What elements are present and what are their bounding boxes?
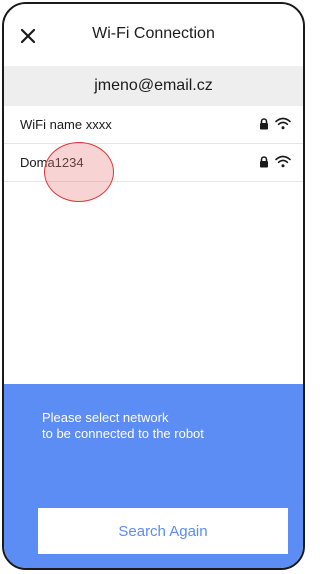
network-status-icons [259,155,291,168]
network-status-icons [259,117,291,130]
wifi-icon [275,155,291,168]
network-list: WiFi name xxxx Doma1234 [4,106,303,182]
network-name: WiFi name xxxx [20,117,112,132]
instruction-line-2: to be connected to the robot [42,426,204,441]
instruction-line-1: Please select network [42,410,169,425]
lock-icon [260,117,268,129]
phone-screen: Wi-Fi Connection jmeno@email.cz WiFi nam… [2,2,305,570]
wifi-icon [275,117,291,130]
instruction-text: Please select network to be connected to… [42,410,272,442]
search-again-button[interactable]: Search Again [38,508,288,554]
network-name: Doma1234 [20,155,84,170]
bottom-panel: Please select network to be connected to… [4,384,303,568]
page-title: Wi-Fi Connection [92,25,215,42]
network-item[interactable]: Doma1234 [4,144,303,182]
network-item[interactable]: WiFi name xxxx [4,106,303,144]
app-header: Wi-Fi Connection [4,4,303,66]
lock-icon [260,155,268,167]
account-email: jmeno@email.cz [4,66,303,106]
